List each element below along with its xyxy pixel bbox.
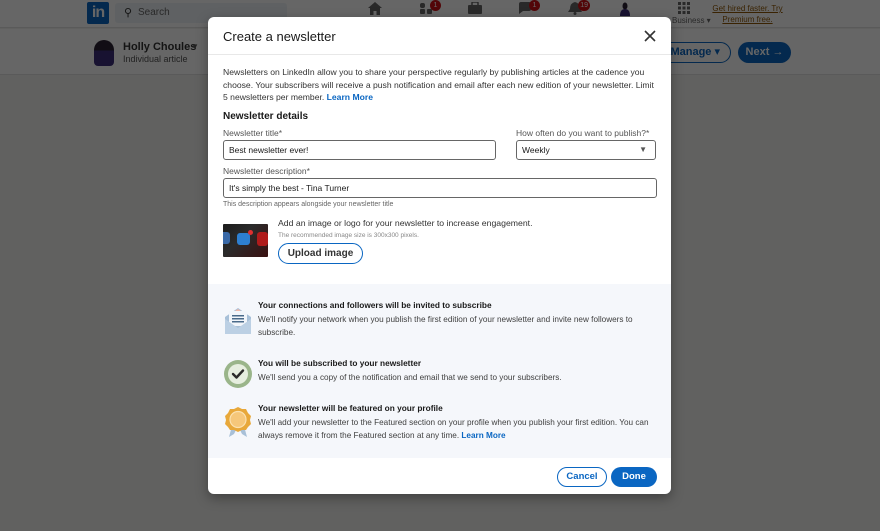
- envelope-icon: [223, 305, 253, 335]
- publish-frequency-label: How often do you want to publish?*: [516, 127, 650, 138]
- chevron-down-icon: ▼: [639, 144, 647, 154]
- create-newsletter-dialog: Create a newsletter Newsletters on Linke…: [208, 17, 671, 494]
- info-description: We'll notify your network when you publi…: [258, 315, 633, 337]
- newsletter-title-label: Newsletter title*: [223, 127, 283, 138]
- newsletter-description-label: Newsletter description*: [223, 165, 310, 176]
- newsletter-description-input[interactable]: It's simply the best - Tina Turner: [223, 177, 657, 198]
- intro-learn-more-link[interactable]: Learn More: [327, 92, 373, 102]
- publish-frequency-value: Weekly: [522, 144, 550, 155]
- done-button[interactable]: Done: [611, 467, 657, 487]
- info-description-body: We'll add your newsletter to the Feature…: [258, 418, 649, 440]
- publish-frequency-select[interactable]: Weekly ▼: [516, 139, 656, 160]
- info-title: Your connections and followers will be i…: [258, 300, 492, 310]
- featured-learn-more-link[interactable]: Learn More: [461, 431, 505, 440]
- dialog-header: Create a newsletter: [208, 17, 671, 55]
- newsletter-title-input[interactable]: Best newsletter ever!: [223, 139, 496, 160]
- dialog-footer: Cancel Done: [208, 458, 671, 494]
- checkmark-circle-icon: [223, 359, 253, 389]
- award-badge-icon: [223, 406, 253, 437]
- close-button[interactable]: [641, 27, 659, 45]
- description-helper-text: This description appears alongside your …: [223, 200, 394, 208]
- intro-text-body: Newsletters on LinkedIn allow you to sha…: [223, 67, 654, 102]
- info-description: We'll add your newsletter to the Feature…: [258, 417, 658, 442]
- dialog-title: Create a newsletter: [223, 29, 336, 44]
- info-title: Your newsletter will be featured on your…: [258, 403, 443, 413]
- cancel-button[interactable]: Cancel: [557, 467, 607, 487]
- image-prompt-text: Add an image or logo for your newsletter…: [278, 217, 533, 228]
- newsletter-image-thumbnail: [223, 223, 268, 257]
- intro-text: Newsletters on LinkedIn allow you to sha…: [223, 66, 656, 104]
- newsletter-details-heading: Newsletter details: [223, 110, 309, 122]
- newsletter-info-panel: Your connections and followers will be i…: [208, 284, 671, 458]
- image-size-hint: The recommended image size is 300x300 pi…: [278, 231, 419, 239]
- upload-image-button[interactable]: Upload image: [278, 242, 363, 264]
- close-icon: [644, 30, 656, 42]
- info-title: You will be subscribed to your newslette…: [258, 358, 422, 368]
- info-description: We'll send you a copy of the notificatio…: [258, 373, 562, 382]
